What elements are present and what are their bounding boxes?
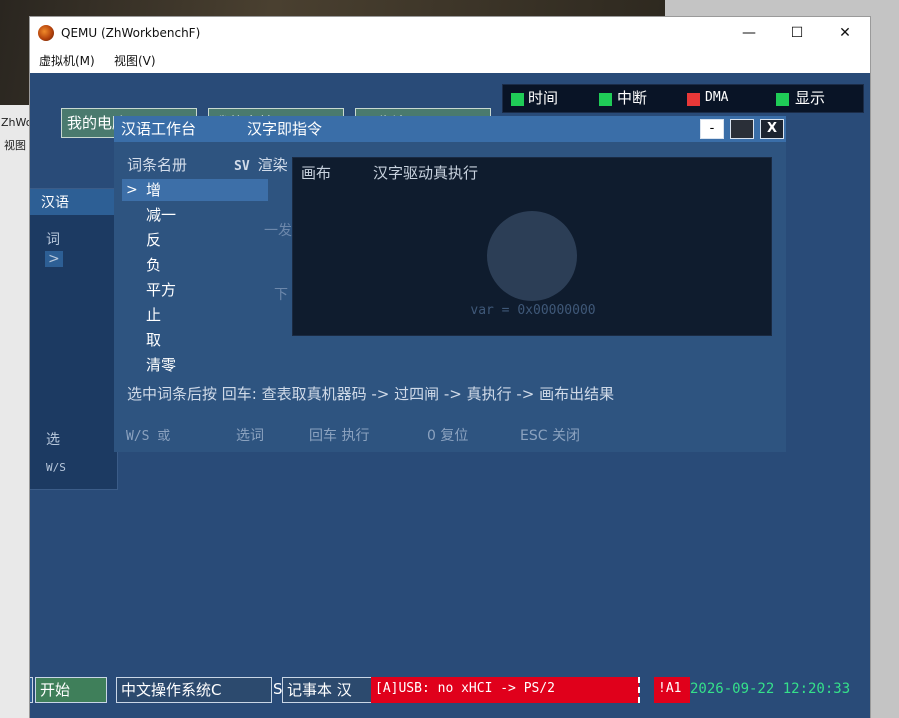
render-mode-label: SV 渲染: [234, 154, 288, 178]
alert-badge: !A1: [654, 677, 690, 703]
usb-status-banner: [A]USB: no xHCI -> PS/2: [371, 677, 639, 703]
residue-text: 下: [274, 287, 288, 303]
led-display-label: 显示: [795, 89, 826, 107]
key-help-reset: 0 复位: [427, 428, 469, 444]
key-help-enter: 回车 执行: [309, 428, 370, 444]
residue-text: 一发: [264, 223, 292, 239]
menu-vm[interactable]: 虚拟机(M): [39, 49, 95, 73]
host-behind-window-menu[interactable]: 视图: [0, 136, 32, 156]
key-help-esc: ESC 关闭: [520, 428, 580, 444]
canvas-circle: [487, 211, 577, 301]
main-window-titlebar[interactable]: 汉语工作台 汉字即指令 - X: [114, 116, 786, 142]
host-behind-window-title: ZhWo: [1, 116, 32, 129]
background-window-row: 词: [46, 232, 60, 248]
lexicon-entry[interactable]: 反: [146, 229, 268, 251]
qemu-window: QEMU (ZhWorkbenchF) — ☐ ✕ 虚拟机(M) 视图(V) 时…: [29, 16, 871, 718]
background-window-titlebar[interactable]: 汉语: [30, 189, 119, 215]
main-window-minimize-button[interactable]: -: [700, 119, 724, 139]
window-close-button[interactable]: ✕: [822, 17, 868, 49]
taskbar-clipped-item[interactable]: 中: [30, 677, 33, 703]
mode-prefix: SV: [234, 159, 250, 174]
led-interrupt-icon: [599, 93, 612, 106]
guest-screen: 时间 中断 DMA 显示 我的电脑 我的文档 回收站 汉语 词 > 选 W/S …: [30, 73, 870, 718]
led-dma-icon: [687, 93, 700, 106]
lexicon-entry-selected[interactable]: 增: [122, 179, 268, 201]
menu-view[interactable]: 视图(V): [114, 49, 156, 73]
key-help-ws: W/S 或: [126, 429, 171, 444]
main-window-subtitle: 汉字即指令: [247, 120, 323, 138]
canvas-label: 画布: [301, 164, 332, 182]
qemu-menubar: 虚拟机(M) 视图(V): [30, 49, 870, 73]
main-window-title: 汉语工作台: [121, 120, 197, 138]
taskbar-item-notepad[interactable]: 记事本 汉: [282, 677, 374, 703]
render-canvas: 画布 汉字驱动真执行 var = 0x00000000: [292, 157, 772, 336]
led-time-icon: [511, 93, 524, 106]
background-window-title: 汉语: [41, 195, 69, 211]
selection-arrow-icon: >: [126, 182, 138, 198]
status-indicator-panel: 时间 中断 DMA 显示: [502, 84, 864, 113]
led-interrupt-label: 中断: [617, 89, 648, 107]
lexicon-entry[interactable]: 止: [146, 304, 268, 326]
background-window-row: W/S: [46, 461, 66, 474]
main-window-maximize-button[interactable]: [730, 119, 754, 139]
background-window-row: >: [45, 251, 63, 267]
background-window-row: 选: [46, 432, 60, 448]
canvas-var-readout: var = 0x00000000: [470, 303, 596, 318]
key-help-select: 选词: [236, 428, 264, 444]
qemu-window-title: QEMU (ZhWorkbenchF): [61, 26, 201, 40]
main-window-close-button[interactable]: X: [760, 119, 784, 139]
window-minimize-button[interactable]: —: [726, 17, 772, 49]
lexicon-entry[interactable]: 清零: [146, 354, 268, 376]
lexicon-entry[interactable]: 取: [146, 329, 268, 351]
qemu-app-icon: [38, 25, 54, 41]
lexicon-entry[interactable]: 减一: [146, 204, 268, 226]
taskbar-separator: [638, 677, 642, 703]
usage-hint: 选中词条后按 回车: 查表取真机器码 -> 过四闸 -> 真执行 -> 画布出结…: [127, 385, 615, 403]
window-maximize-button[interactable]: ☐: [774, 17, 820, 49]
led-display-icon: [776, 93, 789, 106]
canvas-message: 汉字驱动真执行: [373, 164, 479, 182]
led-time-label: 时间: [528, 89, 559, 107]
qemu-titlebar[interactable]: QEMU (ZhWorkbenchF) — ☐ ✕: [30, 17, 870, 49]
key-help-line: W/S 或 选词 回车 执行 0 复位 ESC 关闭: [126, 426, 580, 447]
taskbar-item-os[interactable]: 中文操作系统C: [116, 677, 272, 703]
background-window[interactable]: 汉语 词 > 选 W/S: [30, 188, 119, 490]
taskbar-clock: 2026-09-22 12:20:33: [690, 681, 851, 697]
lexicon-entry[interactable]: 平方: [146, 279, 268, 301]
hanyu-workbench-window: 汉语工作台 汉字即指令 - X 词条名册 SV 渲染 增 > 减一 反 负 平方 …: [114, 116, 786, 452]
led-dma-label: DMA: [705, 90, 729, 105]
lexicon-entry[interactable]: 负: [146, 254, 268, 276]
lexicon-header: 词条名册: [127, 156, 188, 174]
start-button[interactable]: 开始: [35, 677, 107, 703]
host-behind-window[interactable]: [0, 105, 32, 718]
mode-text: 渲染: [257, 156, 288, 174]
